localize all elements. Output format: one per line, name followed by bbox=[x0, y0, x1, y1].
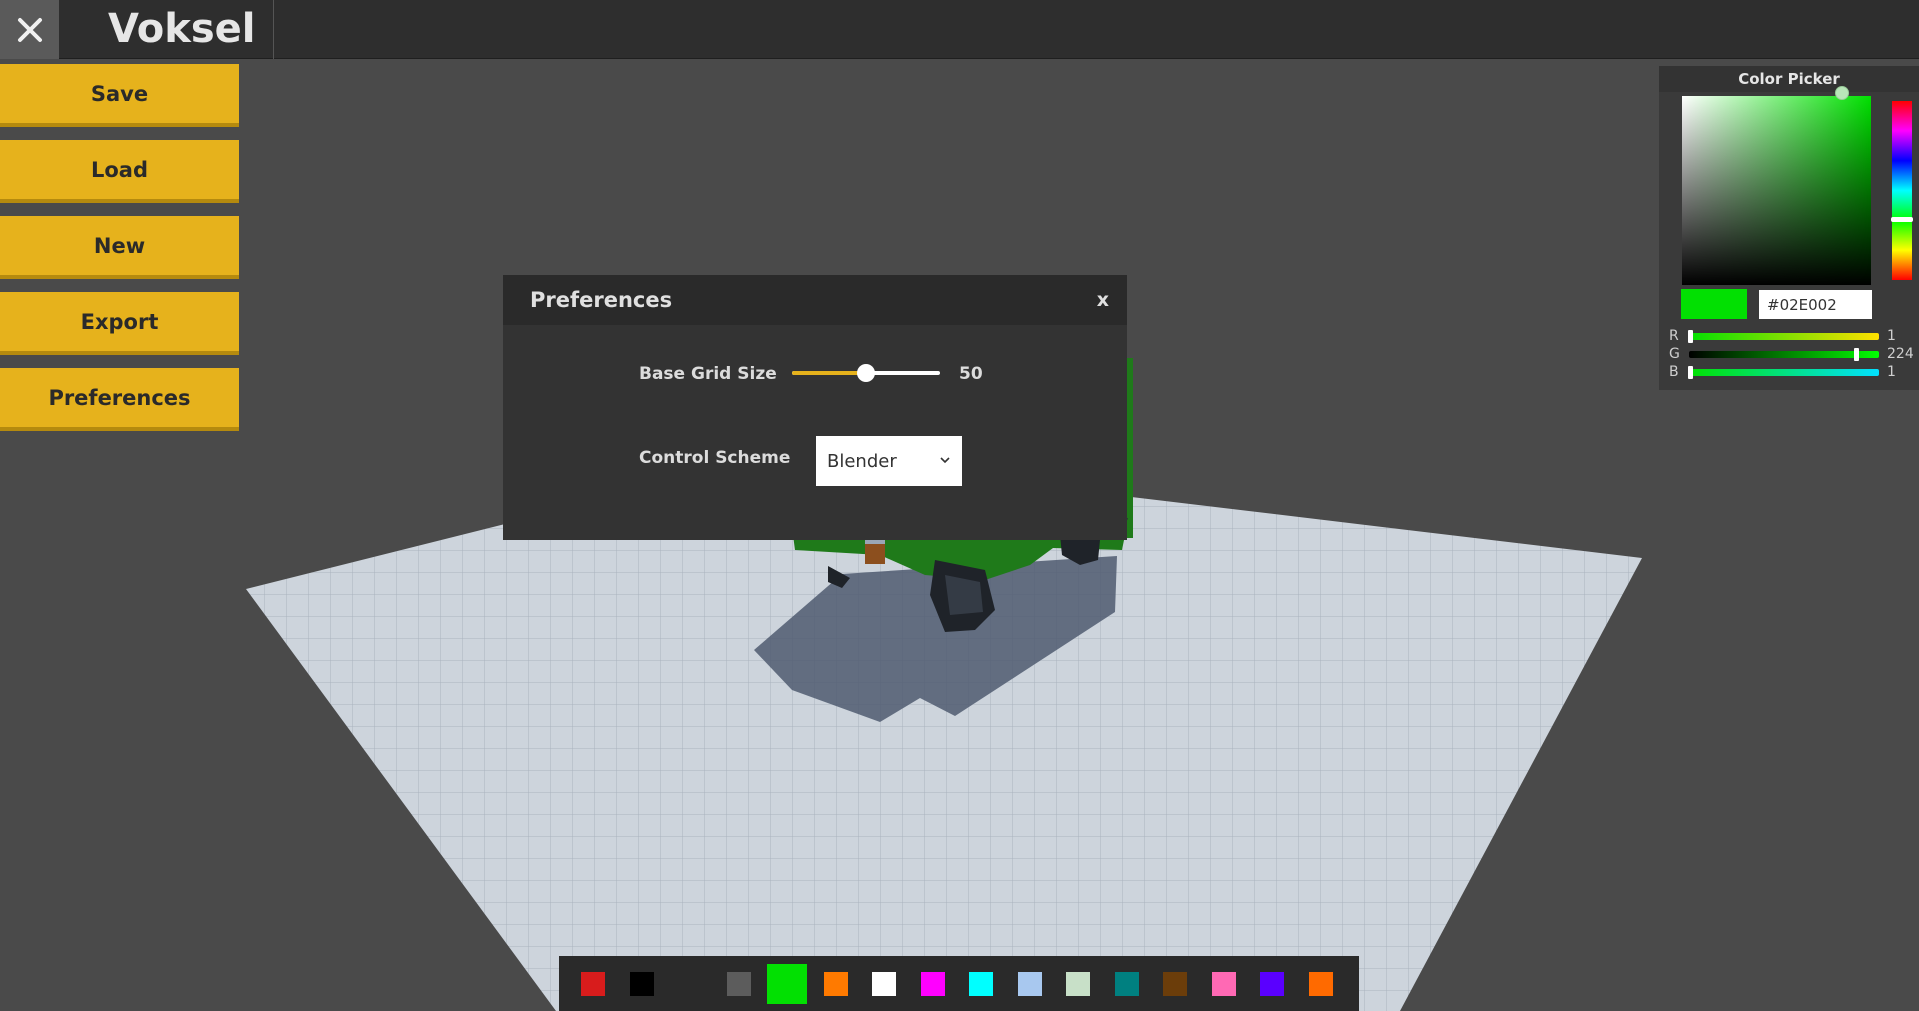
current-color-preview bbox=[1681, 289, 1747, 319]
base-grid-size-label: Base Grid Size bbox=[639, 364, 777, 384]
slider-thumb[interactable] bbox=[857, 364, 875, 382]
g-slider[interactable] bbox=[1689, 348, 1879, 361]
palette-swatch[interactable] bbox=[1114, 971, 1139, 996]
palette-swatch[interactable] bbox=[920, 971, 945, 996]
top-bar: Voksel bbox=[0, 0, 1919, 59]
palette-swatch[interactable] bbox=[678, 971, 702, 996]
r-slider-thumb[interactable] bbox=[1688, 330, 1693, 343]
palette-swatch[interactable] bbox=[1211, 971, 1236, 996]
preferences-header: Preferences x bbox=[503, 275, 1127, 325]
title-divider bbox=[273, 0, 274, 59]
base-grid-size-value: 50 bbox=[959, 364, 983, 384]
g-slider-thumb[interactable] bbox=[1854, 348, 1859, 361]
close-icon bbox=[17, 17, 42, 42]
palette-swatch[interactable] bbox=[1066, 971, 1090, 996]
new-button[interactable]: New bbox=[0, 216, 239, 279]
r-label: R bbox=[1669, 328, 1679, 344]
preferences-title: Preferences bbox=[530, 288, 673, 312]
color-picker-panel: Color Picker R 1 G 224 B 1 bbox=[1659, 66, 1919, 390]
load-button[interactable]: Load bbox=[0, 140, 239, 203]
b-value: 1 bbox=[1887, 364, 1896, 380]
control-scheme-value: Blender bbox=[827, 450, 897, 472]
b-label: B bbox=[1669, 364, 1679, 380]
palette-swatch[interactable] bbox=[969, 971, 993, 996]
palette-swatch[interactable] bbox=[726, 971, 751, 996]
saturation-value-area[interactable] bbox=[1682, 96, 1871, 285]
palette-swatch[interactable] bbox=[581, 971, 605, 996]
slider-fill bbox=[792, 371, 866, 375]
close-button[interactable] bbox=[0, 0, 59, 59]
export-button[interactable]: Export bbox=[0, 292, 239, 355]
preferences-button[interactable]: Preferences bbox=[0, 368, 239, 431]
save-button[interactable]: Save bbox=[0, 64, 239, 127]
app-title: Voksel bbox=[108, 6, 256, 52]
saturation-value-handle[interactable] bbox=[1835, 86, 1849, 100]
palette-swatch[interactable] bbox=[767, 963, 807, 1004]
preferences-close-button[interactable]: x bbox=[1097, 275, 1109, 325]
palette-swatch[interactable] bbox=[823, 971, 848, 996]
palette-swatch[interactable] bbox=[1260, 971, 1284, 996]
r-slider[interactable] bbox=[1688, 330, 1879, 343]
b-slider-thumb[interactable] bbox=[1688, 366, 1693, 379]
r-value: 1 bbox=[1887, 328, 1896, 344]
g-value: 224 bbox=[1887, 346, 1914, 362]
preferences-dialog: Preferences x Base Grid Size 50 Control … bbox=[503, 275, 1127, 540]
chevron-down-icon bbox=[940, 457, 950, 464]
palette-swatch[interactable] bbox=[1308, 971, 1333, 996]
hex-input[interactable] bbox=[1759, 290, 1872, 319]
base-grid-size-slider[interactable] bbox=[792, 364, 940, 382]
color-palette-bar bbox=[559, 956, 1359, 1011]
hue-slider[interactable] bbox=[1892, 101, 1912, 280]
palette-swatch[interactable] bbox=[629, 971, 654, 996]
palette-swatch[interactable] bbox=[1163, 971, 1187, 996]
main-menu: Save Load New Export Preferences bbox=[0, 64, 239, 444]
palette-swatch[interactable] bbox=[872, 971, 896, 996]
hue-handle[interactable] bbox=[1891, 217, 1913, 222]
control-scheme-select[interactable]: Blender bbox=[816, 436, 962, 486]
palette-swatch[interactable] bbox=[1017, 971, 1042, 996]
g-label: G bbox=[1669, 346, 1680, 362]
color-picker-title: Color Picker bbox=[1659, 66, 1919, 92]
b-slider[interactable] bbox=[1688, 366, 1879, 379]
control-scheme-label: Control Scheme bbox=[639, 448, 791, 468]
